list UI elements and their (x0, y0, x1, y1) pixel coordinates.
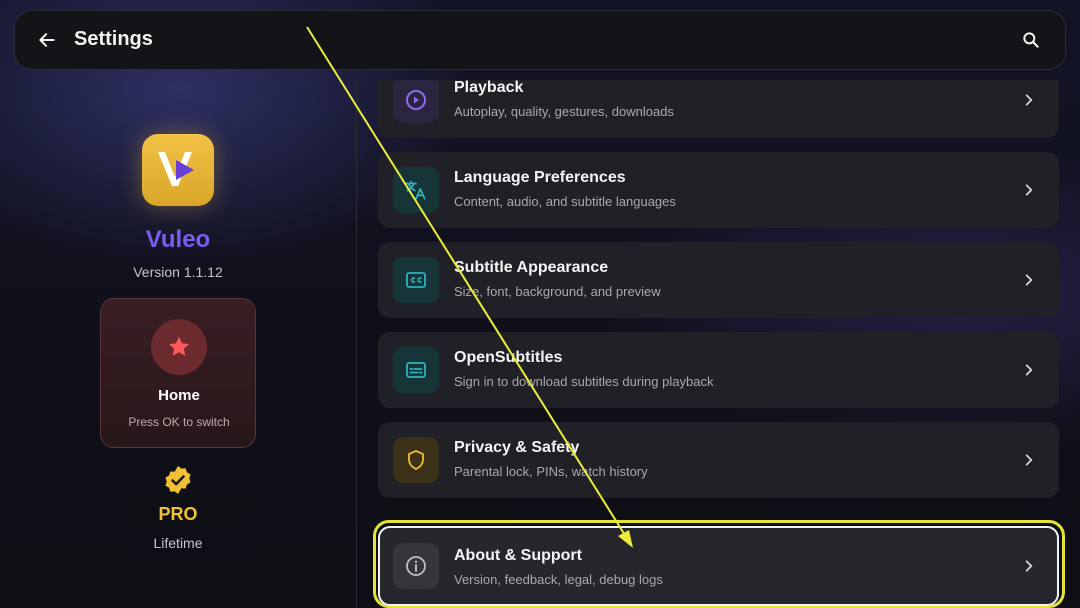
settings-item-subtitle: Autoplay, quality, gestures, downloads (454, 104, 674, 119)
home-card-hint: Press OK to switch (128, 415, 230, 429)
settings-item-title: Subtitle Appearance (454, 259, 609, 276)
focus-inner-border (378, 526, 1059, 606)
settings-list: Playback Autoplay, quality, gestures, do… (357, 80, 1080, 608)
chevron-right-icon (1019, 360, 1039, 380)
closed-caption-icon (393, 257, 439, 303)
app-version: Version 1.1.12 (133, 264, 223, 280)
home-profile-card[interactable]: Home Press OK to switch (100, 298, 256, 448)
settings-item-title: Language Preferences (454, 169, 626, 186)
settings-item-subtitle-appearance[interactable]: Subtitle Appearance Size, font, backgrou… (378, 242, 1059, 318)
app-logo (142, 134, 214, 206)
settings-item-privacy-safety[interactable]: Privacy & Safety Parental lock, PINs, wa… (378, 422, 1059, 498)
settings-item-opensubtitles[interactable]: OpenSubtitles Sign in to download subtit… (378, 332, 1059, 408)
settings-item-playback[interactable]: Playback Autoplay, quality, gestures, do… (378, 80, 1059, 138)
pro-plan-label: Lifetime (153, 535, 203, 551)
search-icon (1023, 32, 1039, 48)
star-icon (151, 319, 207, 375)
shield-icon (393, 437, 439, 483)
sidebar: Vuleo Version 1.1.12 Home Press OK to sw… (0, 80, 356, 608)
chevron-right-icon (1019, 90, 1039, 110)
chevron-right-icon (1019, 270, 1039, 290)
search-button[interactable] (1017, 26, 1045, 54)
settings-item-subtitle: Sign in to download subtitles during pla… (454, 374, 714, 389)
settings-item-title: Privacy & Safety (454, 439, 580, 456)
back-button[interactable] (33, 26, 61, 54)
chevron-right-icon (1019, 180, 1039, 200)
settings-item-title: Playback (454, 80, 524, 96)
play-circle-icon (393, 80, 439, 123)
chevron-right-icon (1019, 450, 1039, 470)
app-name: Vuleo (145, 226, 211, 253)
settings-item-language-preferences[interactable]: Language Preferences Content, audio, and… (378, 152, 1059, 228)
home-card-label: Home (158, 387, 200, 404)
settings-item-title: OpenSubtitles (454, 349, 563, 366)
pro-label: PRO (158, 504, 198, 524)
settings-item-subtitle: Content, audio, and subtitle languages (454, 194, 676, 209)
translate-icon (393, 167, 439, 213)
top-bar: Settings (14, 10, 1066, 70)
arrow-left-icon (39, 33, 55, 47)
verified-badge-icon (162, 464, 194, 496)
settings-item-subtitle: Parental lock, PINs, watch history (454, 464, 648, 479)
page-title: Settings (74, 28, 153, 50)
subtitles-icon (393, 347, 439, 393)
settings-item-subtitle: Size, font, background, and preview (454, 284, 661, 299)
